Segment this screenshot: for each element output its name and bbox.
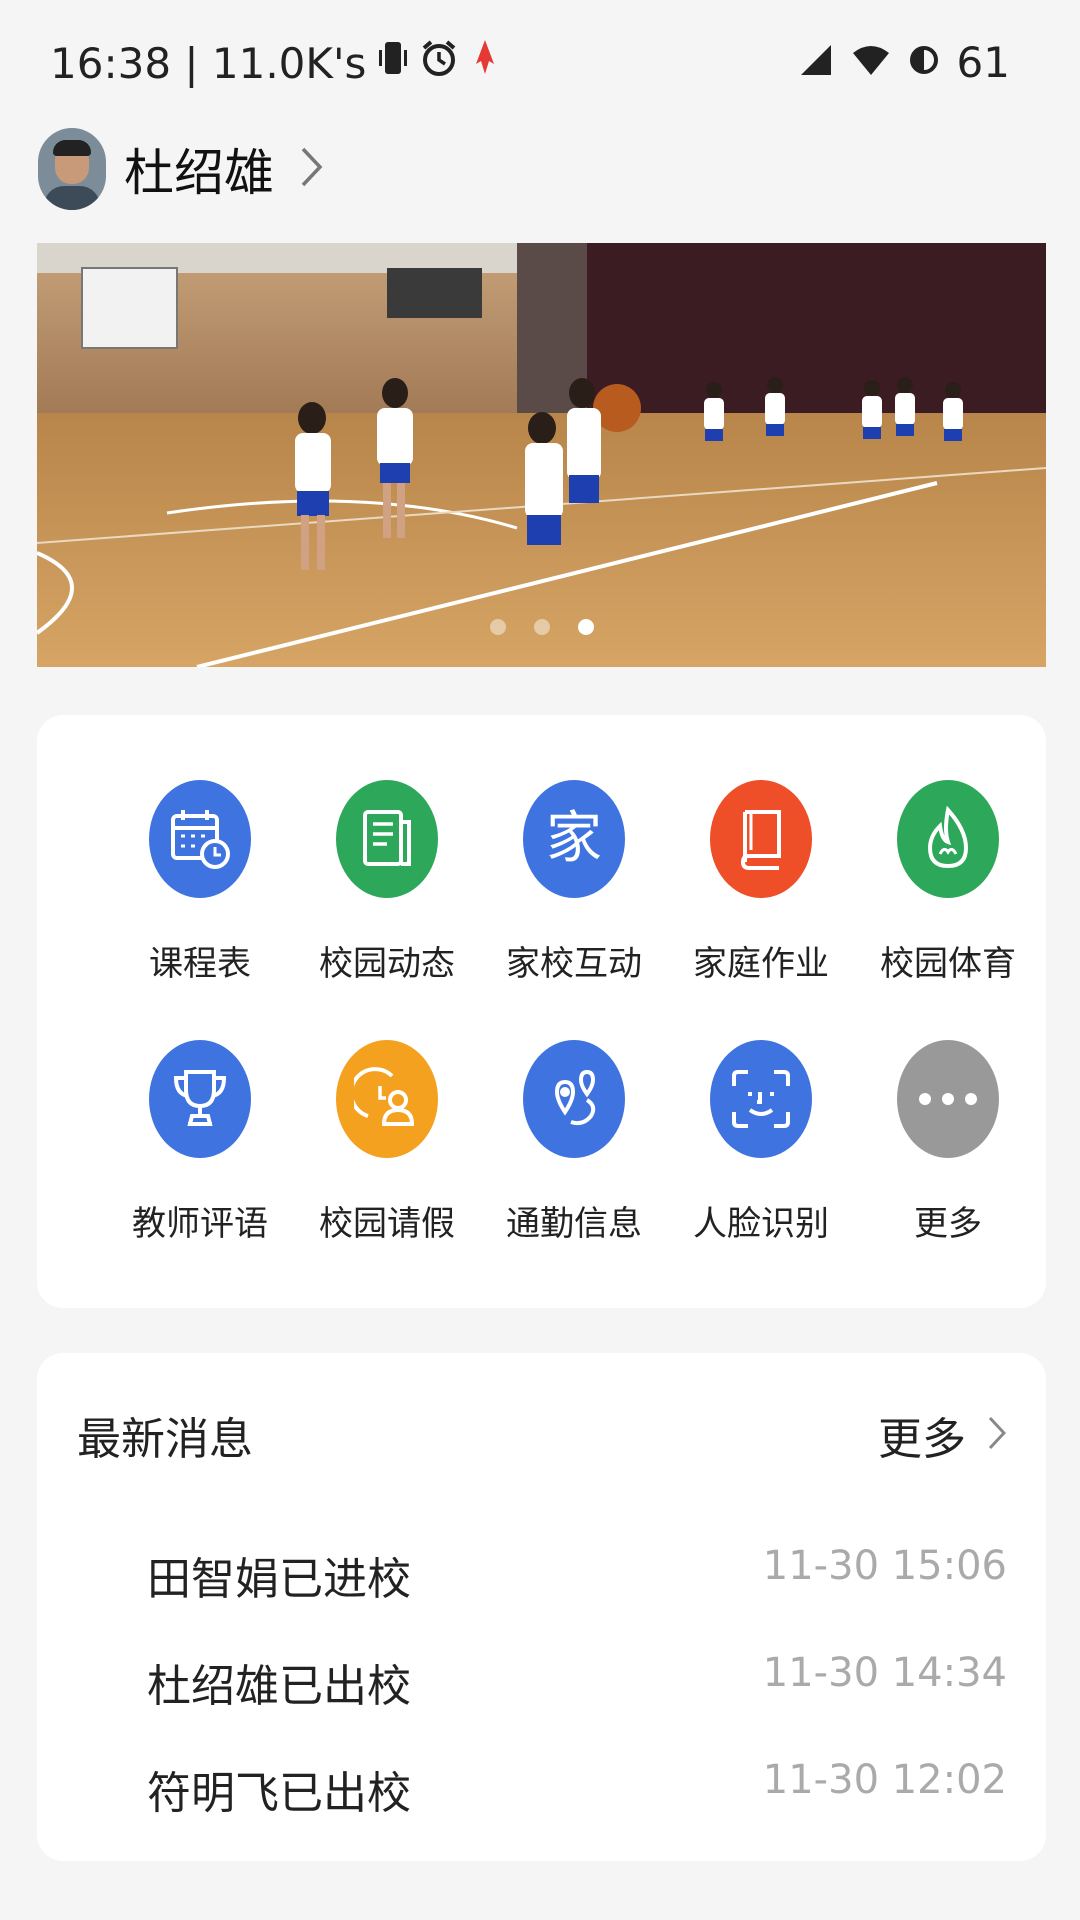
function-label: 通勤信息 bbox=[506, 1204, 642, 1244]
carousel-dot[interactable] bbox=[533, 619, 550, 635]
function-label: 家庭作业 bbox=[693, 944, 829, 984]
function-label: 家校互动 bbox=[506, 944, 642, 984]
function-label: 人脸识别 bbox=[693, 1204, 829, 1244]
home-character-glyph: 家 bbox=[546, 806, 602, 871]
status-bar: 16:38 | 11.0K's 61 bbox=[0, 0, 1080, 130]
message-item[interactable]: 杜绍雄已出校 11-30 14:34 bbox=[147, 1650, 1007, 1730]
function-item-campus-news[interactable]: 校园动态 bbox=[312, 780, 462, 985]
app-notification-icon bbox=[470, 38, 500, 88]
carousel-dot[interactable] bbox=[489, 619, 506, 635]
message-text: 田智娟已进校 bbox=[147, 1554, 411, 1605]
messages-title: 最新消息 bbox=[77, 1414, 253, 1465]
message-item[interactable]: 符明飞已出校 11-30 12:02 bbox=[147, 1757, 1007, 1837]
message-time: 11-30 15:06 bbox=[762, 1543, 1007, 1589]
messages-more-button[interactable]: 更多 bbox=[878, 1403, 1007, 1467]
message-text: 符明飞已出校 bbox=[147, 1768, 411, 1819]
function-item-commute[interactable]: 通勤信息 bbox=[499, 1040, 649, 1245]
function-item-sports[interactable]: 校园体育 bbox=[873, 780, 1023, 985]
function-label: 教师评语 bbox=[132, 1204, 268, 1244]
message-item[interactable]: 田智娟已进校 11-30 15:06 bbox=[147, 1543, 1007, 1623]
flame-icon[interactable] bbox=[897, 780, 999, 898]
map-route-icon[interactable] bbox=[523, 1040, 625, 1158]
battery-level: 61 bbox=[956, 38, 1010, 87]
book-icon[interactable] bbox=[710, 780, 812, 898]
function-label: 校园请假 bbox=[319, 1204, 455, 1244]
function-item-more[interactable]: 更多 bbox=[873, 1040, 1023, 1245]
face-scan-icon[interactable] bbox=[710, 1040, 812, 1158]
function-item-teacher-comments[interactable]: 教师评语 bbox=[125, 1040, 275, 1245]
news-document-icon[interactable] bbox=[336, 780, 438, 898]
signal-icon bbox=[799, 38, 833, 87]
messages-more-label[interactable]: 更多 bbox=[878, 1403, 966, 1467]
function-label: 课程表 bbox=[149, 944, 251, 984]
battery-icon bbox=[909, 38, 939, 87]
home-character-icon[interactable]: 家 bbox=[523, 780, 625, 898]
profile-header[interactable]: 杜绍雄 bbox=[38, 128, 324, 210]
wifi-icon bbox=[851, 38, 891, 87]
function-label: 校园动态 bbox=[319, 944, 455, 984]
status-bar-left: 16:38 | 11.0K's bbox=[50, 38, 500, 88]
message-text: 杜绍雄已出校 bbox=[147, 1661, 411, 1712]
vibrate-icon bbox=[378, 38, 408, 88]
function-item-face-recognition[interactable]: 人脸识别 bbox=[686, 1040, 836, 1245]
banner-carousel[interactable] bbox=[37, 243, 1046, 667]
message-time: 11-30 14:34 bbox=[762, 1650, 1007, 1696]
more-dots-icon[interactable] bbox=[897, 1040, 999, 1158]
function-label: 校园体育 bbox=[880, 944, 1016, 984]
latest-messages-card: 最新消息 更多 田智娟已进校 11-30 15:06 杜绍雄已出校 11-30 … bbox=[37, 1353, 1046, 1861]
chevron-right-icon[interactable] bbox=[300, 146, 324, 192]
profile-name[interactable]: 杜绍雄 bbox=[124, 133, 274, 205]
function-item-leave[interactable]: 校园请假 bbox=[312, 1040, 462, 1245]
avatar[interactable] bbox=[38, 128, 106, 210]
message-time: 11-30 12:02 bbox=[762, 1757, 1007, 1803]
function-item-homework[interactable]: 家庭作业 bbox=[686, 780, 836, 985]
status-bar-right: 61 bbox=[799, 38, 1010, 87]
carousel-indicator[interactable] bbox=[37, 619, 1046, 635]
trophy-icon[interactable] bbox=[149, 1040, 251, 1158]
clock-person-icon[interactable] bbox=[336, 1040, 438, 1158]
function-item-home-school[interactable]: 家 家校互动 bbox=[499, 780, 649, 985]
function-label: 更多 bbox=[914, 1204, 982, 1244]
chevron-right-icon[interactable] bbox=[988, 1410, 1007, 1461]
banner-image bbox=[37, 243, 1046, 667]
function-item-schedule[interactable]: 课程表 bbox=[125, 780, 275, 985]
alarm-icon bbox=[420, 38, 458, 88]
function-grid: 课程表 校园动态 家 家校互动 家庭作业 校园体育 教师评语 校园请假 通勤信息… bbox=[37, 715, 1046, 1308]
carousel-dot-active[interactable] bbox=[577, 619, 594, 635]
status-time-speed: 16:38 | 11.0K's bbox=[50, 38, 367, 88]
calendar-clock-icon[interactable] bbox=[149, 780, 251, 898]
